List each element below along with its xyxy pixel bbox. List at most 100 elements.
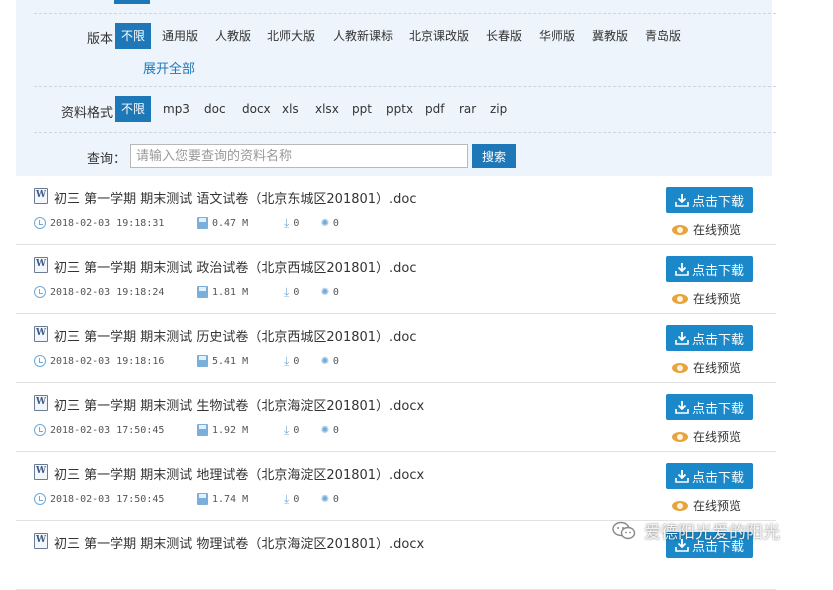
views-text: 0 (332, 493, 339, 505)
date-text: 2018-02-03 17:50:45 (50, 424, 165, 436)
format-option-3[interactable]: docx (242, 96, 271, 122)
download-count: ⤓ 0 (284, 424, 299, 436)
separator (34, 86, 776, 87)
disk-icon (197, 493, 208, 505)
version-option-5[interactable]: 北京课改版 (409, 23, 469, 49)
download-count: ⤓ 0 (284, 493, 299, 505)
date-text: 2018-02-03 19:18:16 (50, 355, 165, 367)
format-option-0[interactable]: 不限 (115, 96, 152, 122)
preview-label: 在线预览 (693, 361, 742, 375)
format-option-10[interactable]: zip (490, 96, 507, 122)
version-option-3[interactable]: 北师大版 (267, 23, 315, 49)
clock-icon (34, 493, 46, 505)
filter-panel: 版本： 不限 通用版 人教版 北师大版 人教新课标 北京课改版 长春版 华师版 冀教版 青岛版 展… (16, 0, 776, 176)
version-option-7[interactable]: 华师版 (539, 23, 575, 49)
version-option-8[interactable]: 冀教版 (592, 23, 628, 49)
view-count: ✺ 0 (321, 353, 339, 368)
online-preview-link[interactable]: 在线预览 (672, 290, 741, 307)
download-count: ⤓ 0 (284, 286, 299, 298)
version-label: 版本： (86, 32, 126, 47)
download-label: 点击下载 (691, 332, 744, 348)
size-text: 1.92 M (212, 424, 249, 436)
version-option-4[interactable]: 人教新课标 (333, 23, 393, 49)
format-option-2[interactable]: doc (204, 96, 226, 122)
download-icon (675, 400, 689, 414)
version-option-0[interactable]: 不限 (115, 23, 152, 49)
separator (34, 132, 776, 133)
word-doc-icon (34, 464, 48, 480)
online-preview-link[interactable]: 在线预览 (672, 359, 741, 376)
download-count-icon: ⤓ (284, 423, 290, 437)
downloads-text: 0 (293, 424, 300, 436)
word-doc-icon (34, 188, 48, 204)
list-item: 初三 第一学期 期末测试 生物试卷（北京海淀区201801）.docx 点击下载… (16, 383, 776, 452)
file-size: 1.92 M (197, 424, 248, 436)
size-text: 1.81 M (212, 286, 249, 298)
date-text: 2018-02-03 19:18:31 (50, 217, 165, 229)
online-preview-link[interactable]: 在线预览 (672, 497, 741, 514)
download-button[interactable]: 点击下载 (666, 187, 753, 213)
item-title[interactable]: 初三 第一学期 期末测试 物理试卷（北京海淀区201801）.docx (54, 533, 424, 552)
downloads-text: 0 (293, 217, 300, 229)
downloads-text: 0 (293, 286, 300, 298)
format-option-7[interactable]: pptx (386, 96, 413, 122)
format-option-8[interactable]: pdf (425, 96, 444, 122)
clock-icon (34, 286, 46, 298)
download-icon (675, 262, 689, 276)
eye-icon (672, 362, 688, 373)
date-text: 2018-02-03 19:18:24 (50, 286, 165, 298)
item-title[interactable]: 初三 第一学期 期末测试 语文试卷（北京东城区201801）.doc (54, 188, 417, 207)
item-title[interactable]: 初三 第一学期 期末测试 历史试卷（北京西城区201801）.doc (54, 326, 417, 345)
views-text: 0 (332, 355, 339, 367)
upload-date: 2018-02-03 19:18:16 (34, 355, 164, 367)
views-icon: ✺ (321, 422, 329, 437)
download-button[interactable]: 点击下载 (666, 325, 753, 351)
views-icon: ✺ (321, 353, 329, 368)
eye-icon (672, 500, 688, 511)
search-button[interactable]: 搜索 (472, 144, 516, 168)
disk-icon (197, 286, 208, 298)
format-option-5[interactable]: xlsx (315, 96, 339, 122)
views-text: 0 (332, 424, 339, 436)
online-preview-link[interactable]: 在线预览 (672, 428, 741, 445)
item-title[interactable]: 初三 第一学期 期末测试 地理试卷（北京海淀区201801）.docx (54, 464, 424, 483)
views-icon: ✺ (321, 284, 329, 299)
download-icon (675, 469, 689, 483)
item-title[interactable]: 初三 第一学期 期末测试 政治试卷（北京西城区201801）.doc (54, 257, 417, 276)
eye-icon (672, 431, 688, 442)
download-count: ⤓ 0 (284, 355, 299, 367)
format-option-6[interactable]: ppt (352, 96, 372, 122)
version-option-6[interactable]: 长春版 (486, 23, 522, 49)
wechat-icon (612, 521, 636, 541)
views-text: 0 (332, 217, 339, 229)
download-count-icon: ⤓ (284, 285, 290, 299)
format-option-9[interactable]: rar (459, 96, 476, 122)
word-doc-icon (34, 326, 48, 342)
clock-icon (34, 355, 46, 367)
format-option-4[interactable]: xls (282, 96, 299, 122)
online-preview-link[interactable]: 在线预览 (672, 221, 741, 238)
version-option-1[interactable]: 通用版 (162, 23, 198, 49)
file-size: 5.41 M (197, 355, 248, 367)
download-button[interactable]: 点击下载 (666, 463, 753, 489)
download-label: 点击下载 (691, 470, 744, 486)
download-button[interactable]: 点击下载 (666, 256, 753, 282)
upload-date: 2018-02-03 19:18:24 (34, 286, 164, 298)
item-title[interactable]: 初三 第一学期 期末测试 生物试卷（北京海淀区201801）.docx (54, 395, 424, 414)
expand-all-link[interactable]: 展开全部 (143, 58, 195, 77)
word-doc-icon (34, 395, 48, 411)
list-item: 初三 第一学期 期末测试 地理试卷（北京海淀区201801）.docx 点击下载… (16, 452, 776, 521)
format-option-1[interactable]: mp3 (163, 96, 190, 122)
size-text: 0.47 M (212, 217, 249, 229)
preview-label: 在线预览 (693, 223, 742, 237)
download-button[interactable]: 点击下载 (666, 394, 753, 420)
list-item: 初三 第一学期 期末测试 语文试卷（北京东城区201801）.doc 点击下载 … (16, 176, 776, 245)
views-icon: ✺ (321, 491, 329, 506)
version-option-9[interactable]: 青岛版 (645, 23, 681, 49)
file-size: 1.74 M (197, 493, 248, 505)
download-count-icon: ⤓ (284, 492, 290, 506)
eye-icon (672, 224, 688, 235)
version-option-2[interactable]: 人教版 (215, 23, 251, 49)
download-icon (675, 331, 689, 345)
search-input[interactable] (130, 144, 468, 168)
